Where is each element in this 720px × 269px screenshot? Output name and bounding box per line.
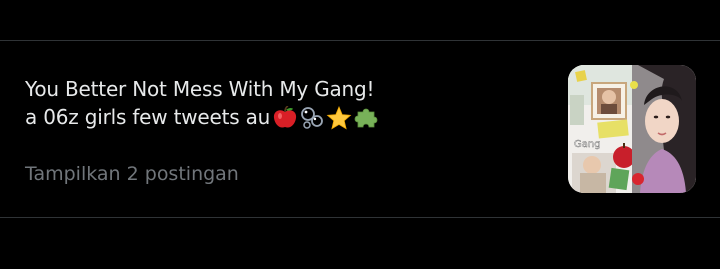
list-title-line-2-text: a 06z girls few tweets au xyxy=(25,105,271,129)
screen: You Better Not Mess With My Gang! a 06z … xyxy=(0,0,720,269)
apple-emoji xyxy=(274,105,297,128)
list-title[interactable]: You Better Not Mess With My Gang! a 06z … xyxy=(25,75,545,134)
list-card[interactable]: You Better Not Mess With My Gang! a 06z … xyxy=(0,41,720,217)
star-emoji xyxy=(326,105,352,130)
puzzle-piece-emoji xyxy=(354,108,378,128)
list-title-line-2: a 06z girls few tweets au xyxy=(25,103,545,134)
list-thumbnail: Gang xyxy=(568,65,696,193)
thumbnail-gang-text: Gang xyxy=(574,139,601,150)
list-title-line-1: You Better Not Mess With My Gang! xyxy=(25,77,375,101)
collage-image: Gang xyxy=(568,65,696,193)
bubbles-emoji xyxy=(301,107,324,129)
show-posts-link[interactable]: Tampilkan 2 postingan xyxy=(25,161,239,187)
bottom-divider xyxy=(0,217,720,218)
title-emoji-row xyxy=(272,105,380,134)
